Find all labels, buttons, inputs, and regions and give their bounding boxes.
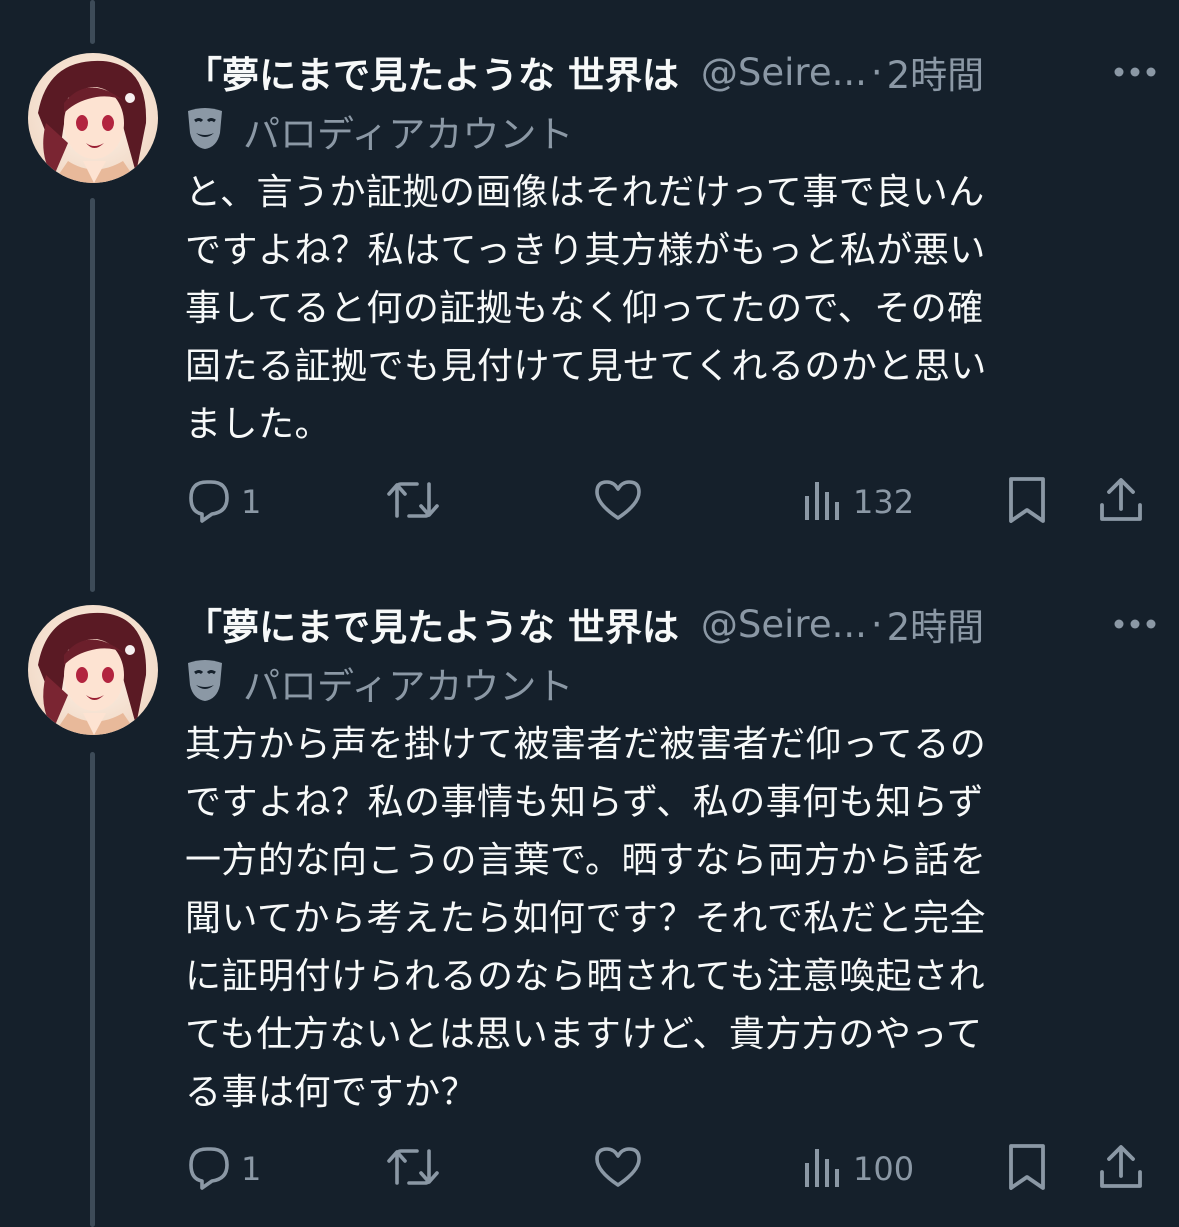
display-name[interactable]: 「夢にまで見たような 世界は: [185, 597, 679, 651]
user-handle[interactable]: @Seire...: [701, 603, 867, 646]
retweet-icon: [385, 1143, 441, 1195]
avatar[interactable]: [28, 53, 158, 183]
like-icon: [593, 1143, 643, 1195]
tweet-actions: 1: [185, 477, 1155, 527]
timeline: 「夢にまで見たような 世界は @Seire... · 2時間 パロディアカウント…: [0, 0, 1179, 1227]
retweet-icon: [385, 476, 441, 528]
reply-button[interactable]: 1: [185, 1144, 261, 1194]
timestamp[interactable]: 2時間: [887, 597, 985, 651]
display-name[interactable]: 「夢にまで見たような 世界は: [185, 45, 679, 99]
timestamp[interactable]: 2時間: [887, 45, 985, 99]
parody-mask-icon: [185, 107, 225, 155]
reply-icon: [185, 1143, 233, 1195]
views-icon: [801, 1143, 845, 1195]
share-button[interactable]: [1097, 477, 1145, 527]
reply-count: 1: [241, 1150, 262, 1188]
reply-icon: [185, 476, 233, 528]
more-horizontal-icon[interactable]: [1111, 604, 1159, 644]
retweet-button[interactable]: [385, 1144, 441, 1194]
account-label-text: パロディアカウント: [243, 113, 574, 156]
tweet[interactable]: 「夢にまで見たような 世界は @Seire... · 2時間 パロディアカウント…: [0, 0, 1179, 560]
like-icon: [593, 476, 643, 528]
account-label: パロディアカウント: [185, 107, 573, 156]
account-label: パロディアカウント: [185, 659, 573, 708]
like-button[interactable]: [593, 477, 643, 527]
tweet-actions: 1: [185, 1144, 1155, 1194]
views-button[interactable]: 132: [801, 477, 914, 527]
separator-dot: ·: [870, 602, 883, 646]
bookmark-button[interactable]: [1005, 477, 1049, 527]
retweet-button[interactable]: [385, 477, 441, 527]
like-button[interactable]: [593, 1144, 643, 1194]
tweet-header: 「夢にまで見たような 世界は @Seire... · 2時間: [185, 602, 1159, 649]
tweet[interactable]: 「夢にまで見たような 世界は @Seire... · 2時間 パロディアカウント…: [0, 552, 1179, 1227]
share-icon: [1097, 475, 1145, 529]
account-label-text: パロディアカウント: [243, 665, 574, 708]
reply-count: 1: [241, 483, 262, 521]
parody-mask-icon: [185, 659, 225, 707]
tweet-text: 其方から声を掛けて被害者だ被害者だ仰ってるの ですよね？私の事情も知らず、私の事…: [185, 724, 987, 1113]
tweet-header: 「夢にまで見たような 世界は @Seire... · 2時間: [185, 50, 1159, 97]
views-icon: [801, 476, 845, 528]
views-button[interactable]: 100: [801, 1144, 914, 1194]
avatar[interactable]: [28, 605, 158, 735]
bookmark-button[interactable]: [1005, 1144, 1049, 1194]
view-count: 100: [853, 1150, 915, 1188]
share-button[interactable]: [1097, 1144, 1145, 1194]
user-handle[interactable]: @Seire...: [701, 51, 867, 94]
share-icon: [1097, 1142, 1145, 1196]
bookmark-icon: [1005, 475, 1049, 529]
view-count: 132: [853, 483, 915, 521]
separator-dot: ·: [870, 50, 883, 94]
tweet-text: と、言うか証拠の画像はそれだけって事で良いん ですよね？私はてっきり其方様がもっ…: [185, 172, 987, 445]
bookmark-icon: [1005, 1142, 1049, 1196]
more-horizontal-icon[interactable]: [1111, 52, 1159, 92]
reply-button[interactable]: 1: [185, 477, 261, 527]
